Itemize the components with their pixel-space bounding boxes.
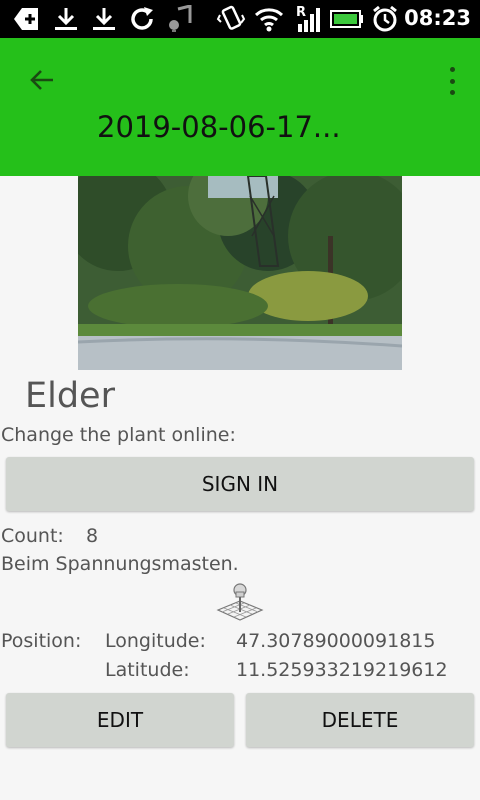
plant-name: Elder [25, 376, 115, 416]
delete-button[interactable]: DELETE [246, 693, 474, 747]
alarm-icon [370, 4, 400, 34]
plant-photo [78, 176, 402, 370]
count-label: Count: [1, 525, 64, 547]
download-icon [52, 4, 80, 34]
longitude-label: Longitude: [105, 630, 206, 652]
signal-roaming-icon: R [292, 4, 324, 34]
count-value: 8 [86, 525, 99, 547]
change-plant-label: Change the plant online: [1, 424, 236, 446]
vibrate-icon [215, 4, 247, 34]
overflow-menu-button[interactable] [444, 64, 460, 98]
back-button[interactable] [24, 62, 60, 98]
battery-icon [330, 4, 364, 34]
more-vert-icon [449, 67, 455, 72]
latitude-label: Latitude: [105, 659, 190, 681]
plant-note: Beim Spannungsmasten. [1, 553, 239, 575]
longitude-value: 47.30789000091815 [236, 630, 436, 652]
latitude-value: 11.525933219219612 [236, 659, 448, 681]
wifi-icon [253, 4, 285, 34]
status-time: 08:23 [404, 6, 471, 30]
sync-icon [128, 4, 156, 34]
map-pin-icon[interactable] [216, 582, 264, 624]
position-label: Position: [1, 630, 82, 652]
download-icon [90, 4, 118, 34]
status-bar: R 08:23 [0, 0, 480, 38]
arrow-back-icon [30, 70, 53, 90]
app-bar: 2019-08-06-17... [0, 38, 480, 176]
page-title: 2019-08-06-17... [97, 110, 341, 144]
edit-button[interactable]: EDIT [6, 693, 234, 747]
music-icon [165, 4, 195, 34]
sign-in-button[interactable]: SIGN IN [6, 457, 474, 511]
svg-text:R: R [296, 5, 306, 20]
add-icon [12, 4, 42, 34]
